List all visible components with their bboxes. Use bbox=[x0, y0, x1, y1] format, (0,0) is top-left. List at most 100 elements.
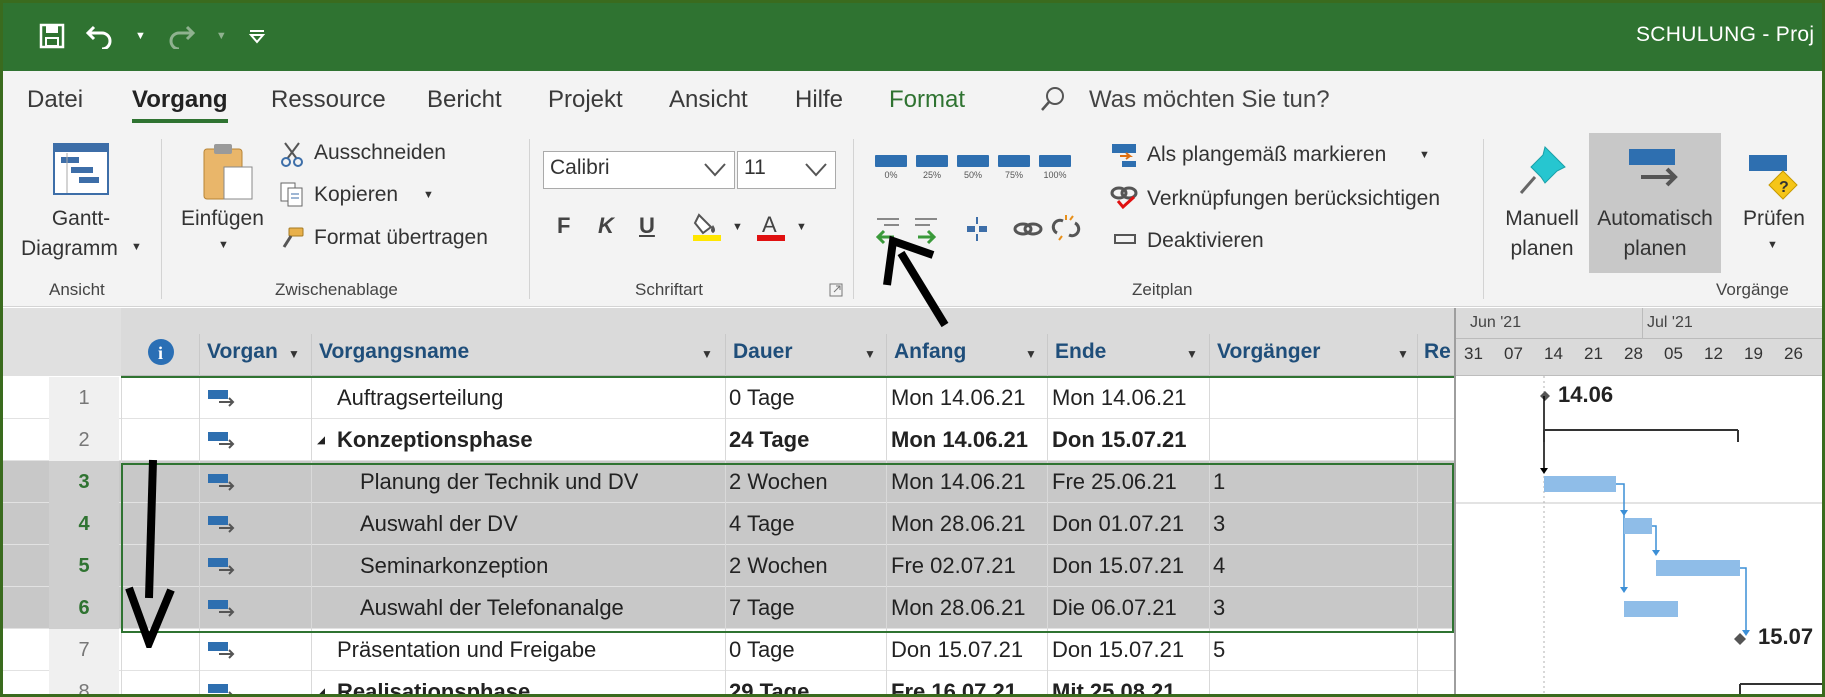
task-start[interactable]: Mon 28.06.21 bbox=[891, 503, 1026, 545]
task-finish[interactable]: Fre 25.06.21 bbox=[1052, 461, 1177, 503]
collapse-summary-icon[interactable]: ◢ bbox=[317, 419, 325, 461]
underline-button[interactable]: U bbox=[639, 213, 655, 239]
row-number[interactable]: 5 bbox=[49, 545, 119, 587]
gantt-chart[interactable]: Jun '21 Jul '21 31 07 14 21 28 05 12 19 … bbox=[1454, 308, 1822, 694]
task-start[interactable]: Mon 28.06.21 bbox=[891, 587, 1026, 629]
select-all-corner[interactable] bbox=[3, 308, 121, 376]
chevron-down-icon[interactable]: ▼ bbox=[732, 221, 743, 233]
table-row[interactable]: 4 Auswahl der DV 4 Tage Mon 28.06.21 Don… bbox=[3, 503, 1454, 545]
tab-ressource[interactable]: Ressource bbox=[271, 86, 386, 114]
task-finish[interactable]: Die 06.07.21 bbox=[1052, 587, 1177, 629]
task-bar[interactable] bbox=[1624, 601, 1678, 617]
percent-0-button[interactable]: 0% bbox=[875, 155, 907, 180]
auto-schedule-button[interactable]: Automatisch planen bbox=[1589, 133, 1721, 273]
task-duration[interactable]: 4 Tage bbox=[729, 503, 795, 545]
italic-button[interactable]: K bbox=[598, 213, 614, 239]
tell-me-search[interactable]: Was möchten Sie tun? bbox=[1089, 86, 1330, 114]
task-finish[interactable]: Don 15.07.21 bbox=[1052, 419, 1187, 461]
chevron-down-icon[interactable]: ▼ bbox=[796, 221, 807, 233]
filter-dropdown-icon[interactable]: ▼ bbox=[864, 347, 876, 361]
task-predecessors[interactable]: 5 bbox=[1213, 629, 1225, 671]
task-finish[interactable]: Don 15.07.21 bbox=[1052, 629, 1184, 671]
task-predecessors[interactable]: 4 bbox=[1213, 545, 1225, 587]
task-start[interactable]: Don 15.07.21 bbox=[891, 629, 1023, 671]
table-row[interactable]: 1 Auftragserteilung 0 Tage Mon 14.06.21 … bbox=[3, 377, 1454, 419]
save-icon[interactable] bbox=[39, 21, 65, 51]
table-row[interactable]: 3 Planung der Technik und DV 2 Wochen Mo… bbox=[3, 461, 1454, 503]
task-finish[interactable]: Mon 14.06.21 bbox=[1052, 377, 1187, 419]
redo-icon[interactable] bbox=[166, 21, 196, 51]
split-task-icon[interactable] bbox=[965, 215, 989, 248]
undo-dropdown-icon[interactable]: ▼ bbox=[135, 21, 146, 51]
table-row[interactable]: 8 ◢ Realisationsphase 29 Tage Fre 16.07.… bbox=[3, 671, 1454, 694]
task-duration[interactable]: 0 Tage bbox=[729, 629, 795, 671]
task-bar[interactable] bbox=[1656, 560, 1740, 576]
task-name[interactable]: Konzeptionsphase bbox=[337, 419, 533, 461]
row-number[interactable]: 2 bbox=[49, 419, 119, 461]
task-finish[interactable]: Mit 25.08.21 bbox=[1052, 671, 1176, 694]
filter-dropdown-icon[interactable]: ▼ bbox=[1397, 347, 1409, 361]
row-number[interactable]: 8 bbox=[49, 671, 119, 694]
column-header-duration[interactable]: Dauer ▼ bbox=[733, 340, 876, 364]
tab-hilfe[interactable]: Hilfe bbox=[795, 86, 843, 114]
tab-format[interactable]: Format bbox=[889, 86, 965, 114]
info-column-header[interactable]: i bbox=[147, 338, 175, 371]
task-duration[interactable]: 2 Wochen bbox=[729, 461, 828, 503]
task-name[interactable]: Planung der Technik und DV bbox=[360, 461, 638, 503]
table-row[interactable]: 5 Seminarkonzeption 2 Wochen Fre 02.07.2… bbox=[3, 545, 1454, 587]
filter-dropdown-icon[interactable]: ▼ bbox=[1186, 347, 1198, 361]
font-name-select[interactable]: Calibri bbox=[543, 151, 735, 189]
percent-50-button[interactable]: 50% bbox=[957, 155, 989, 180]
task-start[interactable]: Fre 16.07.21 bbox=[891, 671, 1017, 694]
link-tasks-icon[interactable] bbox=[1013, 217, 1043, 246]
redo-dropdown-icon[interactable]: ▼ bbox=[216, 21, 227, 51]
row-number[interactable]: 6 bbox=[49, 587, 119, 629]
task-duration[interactable]: 2 Wochen bbox=[729, 545, 828, 587]
column-header-resources[interactable]: Re bbox=[1424, 340, 1451, 364]
task-name[interactable]: Auswahl der Telefonanalge bbox=[360, 587, 624, 629]
tab-bericht[interactable]: Bericht bbox=[427, 86, 502, 114]
task-name[interactable]: Realisationsphase bbox=[337, 671, 530, 694]
task-start[interactable]: Mon 14.06.21 bbox=[891, 419, 1028, 461]
task-start[interactable]: Mon 14.06.21 bbox=[891, 377, 1026, 419]
tab-datei[interactable]: Datei bbox=[27, 86, 83, 114]
filter-dropdown-icon[interactable]: ▼ bbox=[288, 347, 300, 361]
task-duration[interactable]: 0 Tage bbox=[729, 377, 795, 419]
task-duration[interactable]: 7 Tage bbox=[729, 587, 795, 629]
column-header-predecessors[interactable]: Vorgänger ▼ bbox=[1217, 340, 1409, 364]
highlight-color-icon[interactable] bbox=[691, 211, 721, 246]
collapse-summary-icon[interactable]: ◢ bbox=[317, 671, 325, 694]
column-header-name[interactable]: Vorgangsname ▼ bbox=[319, 340, 713, 364]
column-header-start[interactable]: Anfang ▼ bbox=[894, 340, 1037, 364]
task-name[interactable]: Präsentation und Freigabe bbox=[337, 629, 596, 671]
font-size-select[interactable]: 11 bbox=[737, 151, 836, 189]
filter-dropdown-icon[interactable]: ▼ bbox=[1025, 347, 1037, 361]
task-name[interactable]: Auftragserteilung bbox=[337, 377, 503, 419]
font-color-icon[interactable]: A bbox=[755, 211, 785, 246]
task-start[interactable]: Fre 02.07.21 bbox=[891, 545, 1016, 587]
percent-75-button[interactable]: 75% bbox=[998, 155, 1030, 180]
tab-ansicht[interactable]: Ansicht bbox=[669, 86, 748, 114]
row-number[interactable]: 3 bbox=[49, 461, 119, 503]
row-number[interactable]: 7 bbox=[49, 629, 119, 671]
table-row[interactable]: 6 Auswahl der Telefonanalge 7 Tage Mon 2… bbox=[3, 587, 1454, 629]
task-finish[interactable]: Don 01.07.21 bbox=[1052, 503, 1184, 545]
unlink-tasks-icon[interactable] bbox=[1051, 213, 1081, 248]
tab-vorgang[interactable]: Vorgang bbox=[132, 86, 228, 123]
milestone-marker[interactable] bbox=[1734, 633, 1746, 645]
row-number[interactable]: 4 bbox=[49, 503, 119, 545]
percent-100-button[interactable]: 100% bbox=[1039, 155, 1071, 180]
undo-icon[interactable] bbox=[85, 21, 115, 51]
milestone-marker[interactable] bbox=[1540, 391, 1550, 401]
task-duration[interactable]: 29 Tage bbox=[729, 671, 809, 694]
table-row[interactable]: 7 Präsentation und Freigabe 0 Tage Don 1… bbox=[3, 629, 1454, 671]
task-bar[interactable] bbox=[1544, 476, 1616, 492]
task-predecessors[interactable]: 3 bbox=[1213, 587, 1225, 629]
column-header-mode[interactable]: Vorgan ▼ bbox=[207, 340, 300, 364]
filter-dropdown-icon[interactable]: ▼ bbox=[701, 347, 713, 361]
dialog-launcher-icon[interactable] bbox=[829, 283, 843, 302]
task-finish[interactable]: Don 15.07.21 bbox=[1052, 545, 1184, 587]
percent-25-button[interactable]: 25% bbox=[916, 155, 948, 180]
task-bar[interactable] bbox=[1624, 518, 1652, 534]
task-start[interactable]: Mon 14.06.21 bbox=[891, 461, 1026, 503]
